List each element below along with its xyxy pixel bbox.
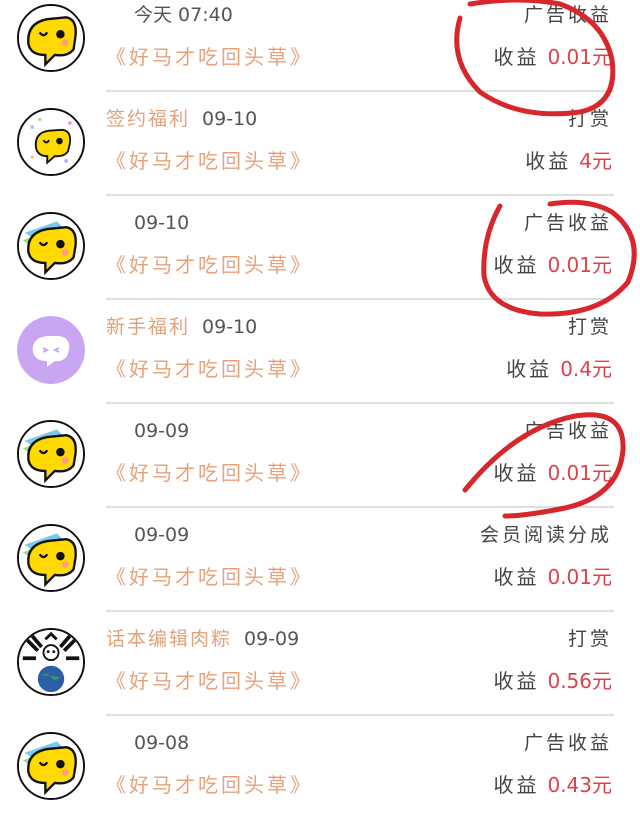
transaction-type: 打赏 [567, 628, 612, 650]
earnings-amount: 0.56元 [547, 669, 612, 693]
transaction-type: 会员阅读分成 [479, 524, 612, 546]
transaction-earnings: 收益 4元 [525, 144, 612, 178]
transaction-meta: 今天 07:40 [106, 0, 233, 32]
transaction-earnings: 收益 0.4元 [506, 352, 612, 386]
earnings-amount: 0.01元 [547, 565, 612, 589]
transaction-earnings: 收益 0.01元 [493, 248, 612, 282]
yellow-chat-icon [17, 524, 85, 592]
earnings-amount: 0.4元 [560, 357, 612, 381]
book-title: 《好马才吃回头草》 [106, 253, 313, 277]
transaction-row[interactable]: 新手福利 09-10 《好马才吃回头草》 打赏 收益 0.4元 [0, 300, 640, 404]
transaction-date: 09-10 [202, 108, 258, 130]
earnings-label: 收益 [493, 565, 540, 589]
transaction-meta: 新手福利 09-10 [106, 310, 257, 344]
transaction-meta: 签约福利 09-10 [106, 102, 257, 136]
yellow-chat-icon [17, 212, 85, 280]
transaction-row[interactable]: 签约福利 09-10 《好马才吃回头草》 打赏 收益 4元 [0, 92, 640, 196]
transaction-meta: 09-09 [106, 414, 189, 448]
transaction-type: 广告收益 [523, 420, 612, 442]
transaction-meta: 话本编辑肉粽 09-09 [106, 622, 299, 656]
earnings-amount: 0.01元 [547, 45, 612, 69]
transaction-row[interactable]: 09-09 《好马才吃回头草》 广告收益 收益 0.01元 [0, 404, 640, 508]
transaction-type: 广告收益 [523, 212, 612, 234]
earnings-label: 收益 [493, 253, 540, 277]
transaction-row[interactable]: 09-09 《好马才吃回头草》 会员阅读分成 收益 0.01元 [0, 508, 640, 612]
yellow-chat-icon [17, 420, 85, 488]
transaction-date: 09-09 [244, 628, 300, 650]
transaction-date: 今天 07:40 [134, 4, 233, 26]
book-title: 《好马才吃回头草》 [106, 461, 313, 485]
transaction-earnings: 收益 0.01元 [493, 40, 612, 74]
transaction-meta: 09-08 [106, 726, 189, 760]
earth-comic-avatar [17, 628, 85, 696]
book-title: 《好马才吃回头草》 [106, 45, 313, 69]
book-title: 《好马才吃回头草》 [106, 669, 313, 693]
transaction-type: 广告收益 [523, 732, 612, 754]
earnings-label: 收益 [493, 669, 540, 693]
transaction-earnings: 收益 0.01元 [493, 456, 612, 490]
transaction-date: 09-10 [134, 212, 190, 234]
book-title: 《好马才吃回头草》 [106, 773, 313, 797]
transaction-date: 09-10 [202, 316, 258, 338]
earnings-amount: 4元 [579, 149, 612, 173]
yellow-chat-icon [17, 732, 85, 800]
yellow-chat-icon [17, 4, 85, 72]
earnings-label: 收益 [506, 357, 553, 381]
earnings-label: 收益 [493, 773, 540, 797]
transaction-earnings: 收益 0.56元 [493, 664, 612, 698]
transaction-date: 09-09 [134, 420, 190, 442]
book-title: 《好马才吃回头草》 [106, 565, 313, 589]
transaction-earnings: 收益 0.43元 [493, 768, 612, 802]
earnings-label: 收益 [493, 461, 540, 485]
transaction-row[interactable]: 09-10 《好马才吃回头草》 广告收益 收益 0.01元 [0, 196, 640, 300]
transaction-tag: 签约福利 [106, 108, 191, 130]
transaction-type: 打赏 [567, 316, 612, 338]
transaction-meta: 09-09 [106, 518, 189, 552]
book-title: 《好马才吃回头草》 [106, 357, 313, 381]
transaction-meta: 09-10 [106, 206, 189, 240]
transaction-type: 广告收益 [523, 4, 612, 26]
transaction-date: 09-09 [134, 524, 190, 546]
earnings-amount: 0.01元 [547, 461, 612, 485]
earnings-label: 收益 [493, 45, 540, 69]
transaction-type: 打赏 [567, 108, 612, 130]
transaction-row[interactable]: 09-08 《好马才吃回头草》 广告收益 收益 0.43元 [0, 716, 640, 820]
transaction-tag: 新手福利 [106, 316, 191, 338]
transaction-row[interactable]: 今天 07:40 《好马才吃回头草》 广告收益 收益 0.01元 [0, 0, 640, 92]
yellow-chat-icon-confetti [17, 108, 85, 176]
earnings-amount: 0.43元 [547, 773, 612, 797]
transaction-earnings: 收益 0.01元 [493, 560, 612, 594]
transaction-date: 09-08 [134, 732, 190, 754]
earnings-label: 收益 [525, 149, 572, 173]
transaction-tag: 话本编辑肉粽 [106, 628, 233, 650]
purple-chat-icon [17, 316, 85, 384]
transaction-row[interactable]: 话本编辑肉粽 09-09 《好马才吃回头草》 打赏 收益 0.56元 [0, 612, 640, 716]
book-title: 《好马才吃回头草》 [106, 149, 313, 173]
earnings-amount: 0.01元 [547, 253, 612, 277]
